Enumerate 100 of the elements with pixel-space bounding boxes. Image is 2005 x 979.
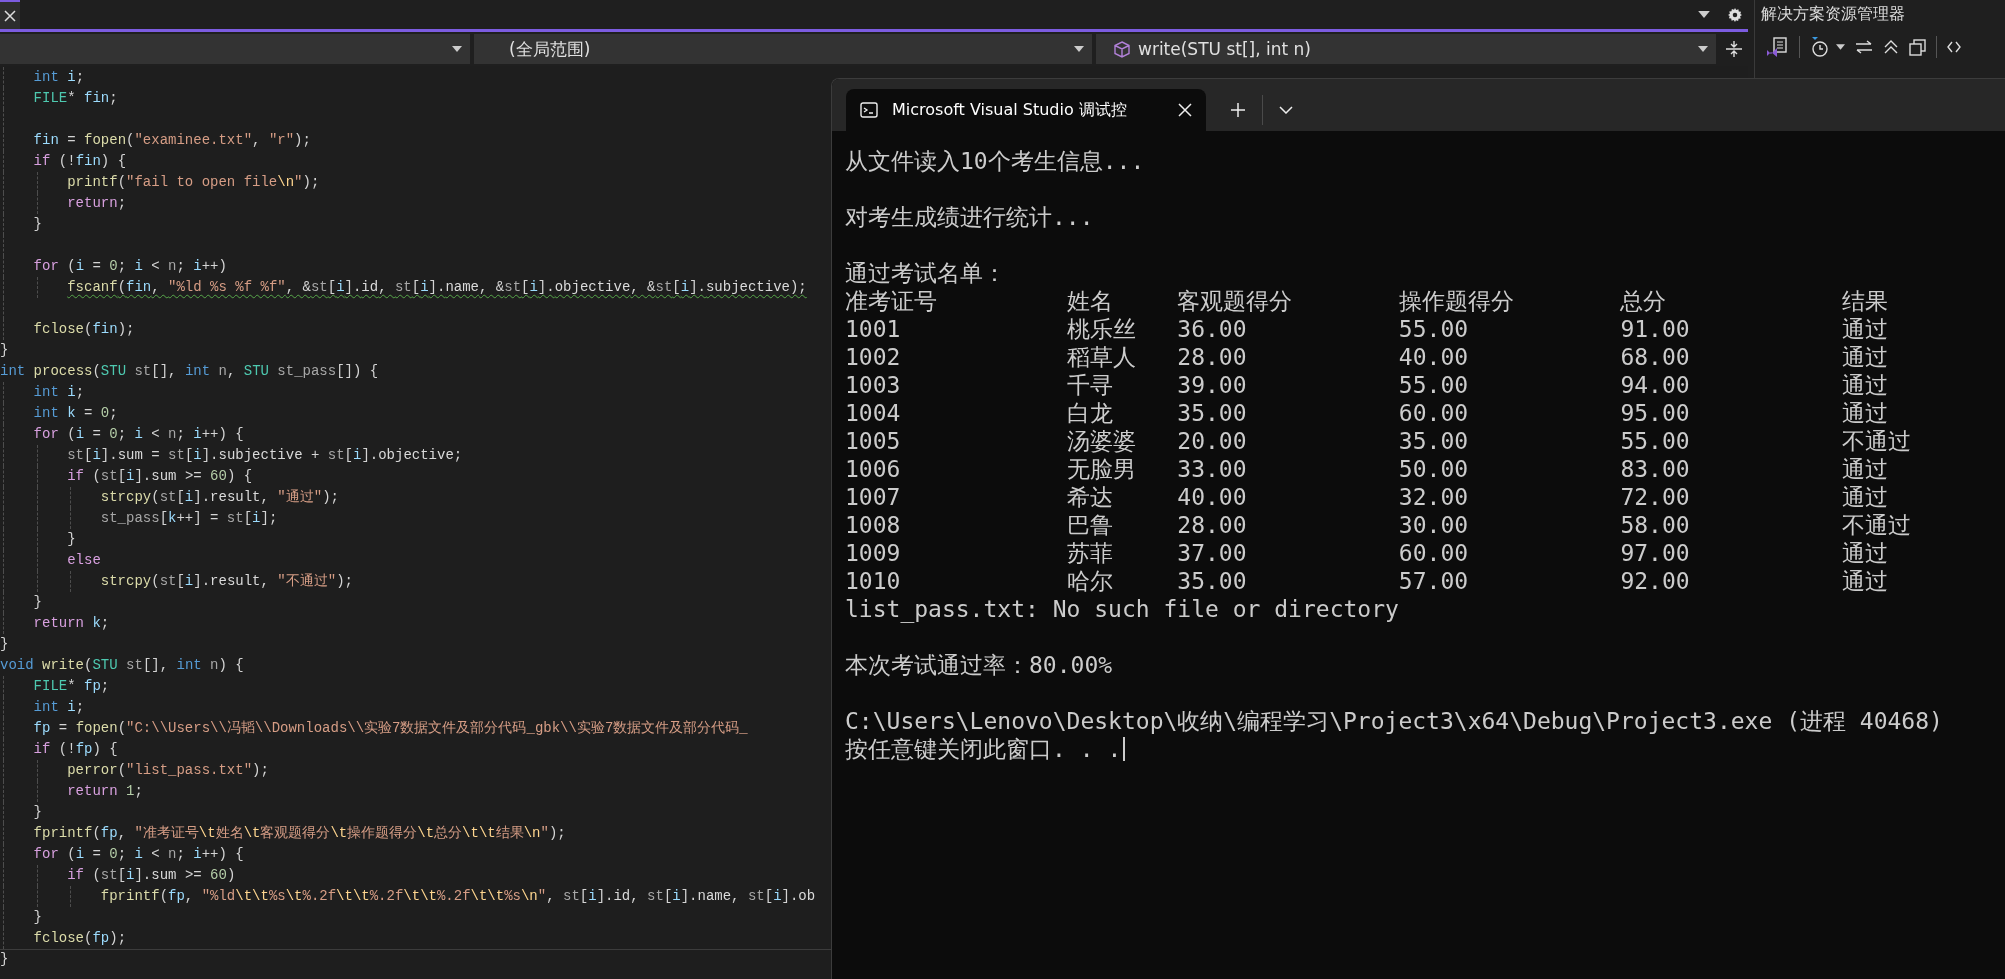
code-icon[interactable] <box>1947 40 1961 54</box>
table-cell: 50.00 <box>1398 455 1469 483</box>
table-cell: 37.00 <box>1177 539 1247 567</box>
code-line: } <box>33 803 42 822</box>
code-line: fprintf(fp, "%ld\t\t%s\t%.2f\t\t%.2f\t\t%.2f\t\t%s\n", st[i].id, st[i].name, st[i].ob <box>100 887 816 906</box>
add-tab-icon[interactable] <box>1230 102 1246 118</box>
history-icon[interactable] <box>1810 36 1830 58</box>
column-header: 客观题得分 <box>1177 287 1293 315</box>
column-header: 准考证号 <box>845 287 937 315</box>
table-cell: 1008 <box>845 511 901 539</box>
table-cell: 1001 <box>845 315 901 343</box>
code-line: int i; <box>33 383 85 402</box>
table-cell: 通过 <box>1841 483 1888 511</box>
table-cell: 92.00 <box>1620 567 1690 595</box>
table-cell: 通过 <box>1841 539 1888 567</box>
column-header: 结果 <box>1841 287 1888 315</box>
console-text: 从文件读入10个考生信息... <box>845 148 1145 174</box>
table-cell: 1009 <box>845 539 901 567</box>
console-text: 按任意键关闭此窗口. . . <box>845 736 1122 762</box>
settings-icon[interactable] <box>1728 7 1742 22</box>
table-cell: 55.00 <box>1620 427 1690 455</box>
code-line: return k; <box>33 614 110 633</box>
code-line: if (st[i].sum >= 60) { <box>67 467 253 486</box>
code-line: fscanf(fin, "%ld %s %f %f", &st[i].id, st[i].name, &st[i].objective, &st[i].subjective); <box>67 278 807 297</box>
code-line: for (i = 0; i < n; i++) { <box>33 845 244 864</box>
caret-icon <box>1074 46 1084 52</box>
table-cell: 58.00 <box>1620 511 1690 539</box>
table-cell: 35.00 <box>1398 427 1469 455</box>
table-cell: 72.00 <box>1620 483 1690 511</box>
column-header: 总分 <box>1620 287 1667 315</box>
console-text: 本次考试通过率：80.00% <box>845 652 1113 678</box>
table-cell: 通过 <box>1841 371 1888 399</box>
code-line: } <box>67 530 76 549</box>
close-icon[interactable] <box>1178 103 1192 117</box>
table-cell: 桃乐丝 <box>1066 315 1136 343</box>
member-dropdown[interactable]: write(STU st[], int n) <box>1096 34 1716 64</box>
table-cell: 55.00 <box>1398 371 1469 399</box>
table-cell: 不通过 <box>1841 511 1911 539</box>
code-line: if (st[i].sum >= 60) <box>67 866 236 885</box>
table-cell: 60.00 <box>1398 539 1469 567</box>
solution-icon[interactable] <box>1765 36 1789 58</box>
table-cell: 白龙 <box>1066 399 1113 427</box>
code-line: fclose(fp); <box>33 929 127 948</box>
code-line: } <box>0 635 9 654</box>
table-cell: 1005 <box>845 427 901 455</box>
table-cell: 哈尔 <box>1066 567 1113 595</box>
table-cell: 通过 <box>1841 455 1888 483</box>
chevron-down-icon[interactable] <box>1279 106 1293 114</box>
copy-icon[interactable] <box>1909 38 1926 56</box>
table-cell: 巴鲁 <box>1066 511 1113 539</box>
table-cell: 68.00 <box>1620 343 1690 371</box>
table-cell: 36.00 <box>1177 315 1247 343</box>
code-line: strcpy(st[i].result, "不通过"); <box>100 572 353 591</box>
code-line: perror("list_pass.txt"); <box>67 761 269 780</box>
table-cell: 32.00 <box>1398 483 1469 511</box>
table-cell: 33.00 <box>1177 455 1247 483</box>
terminal-icon <box>860 102 878 118</box>
code-line: void write(STU st[], int n) { <box>0 656 244 675</box>
table-cell: 39.00 <box>1177 371 1247 399</box>
table-cell: 1002 <box>845 343 901 371</box>
table-cell: 94.00 <box>1620 371 1690 399</box>
code-line: } <box>33 593 42 612</box>
code-line: fin = fopen("examinee.txt", "r"); <box>33 131 311 150</box>
table-cell: 通过 <box>1841 315 1888 343</box>
code-line: printf("fail to open file\n"); <box>67 173 320 192</box>
code-line: FILE* fp; <box>33 677 110 696</box>
close-icon[interactable] <box>4 9 16 22</box>
code-line: if (!fin) { <box>33 152 127 171</box>
code-line: int i; <box>33 68 85 87</box>
console-text: 对考生成绩进行统计... <box>845 204 1094 230</box>
scope-dropdown[interactable]: (全局范围) <box>474 34 1092 64</box>
code-line: else <box>67 551 101 570</box>
caret-icon[interactable] <box>1836 44 1845 50</box>
code-line: } <box>0 341 9 360</box>
code-line: fclose(fin); <box>33 320 135 339</box>
console-text: list_pass.txt: No such file or directory <box>845 596 1399 622</box>
cube-icon <box>1114 40 1130 58</box>
code-line: } <box>0 950 9 969</box>
table-cell: 28.00 <box>1177 343 1247 371</box>
table-cell: 千寻 <box>1066 371 1113 399</box>
table-cell: 95.00 <box>1620 399 1690 427</box>
panel-title: 解决方案资源管理器 <box>1761 3 1906 25</box>
table-cell: 30.00 <box>1398 511 1469 539</box>
table-cell: 希达 <box>1066 483 1113 511</box>
sync-icon[interactable] <box>1855 40 1873 54</box>
column-header: 操作题得分 <box>1398 287 1514 315</box>
code-line: return; <box>67 194 127 213</box>
code-line: for (i = 0; i < n; i++) { <box>33 425 244 444</box>
code-line: return 1; <box>67 782 143 801</box>
console-text: C:\Users\Lenovo\Desktop\收纳\编程学习\Project3\x64\Debug\Project3.exe (进程 40468) <box>845 708 1943 734</box>
table-cell: 通过 <box>1841 399 1888 427</box>
split-icon[interactable] <box>1726 40 1742 58</box>
code-line: if (!fp) { <box>33 740 118 759</box>
console-text: 通过考试名单： <box>845 260 1006 286</box>
code-line: st[i].sum = st[i].subjective + st[i].objective; <box>67 446 463 465</box>
table-cell: 1010 <box>845 567 901 595</box>
table-cell: 通过 <box>1841 567 1888 595</box>
dropdown-caret-icon[interactable] <box>1698 11 1710 18</box>
collapse-icon[interactable] <box>1883 39 1899 55</box>
table-cell: 1004 <box>845 399 901 427</box>
